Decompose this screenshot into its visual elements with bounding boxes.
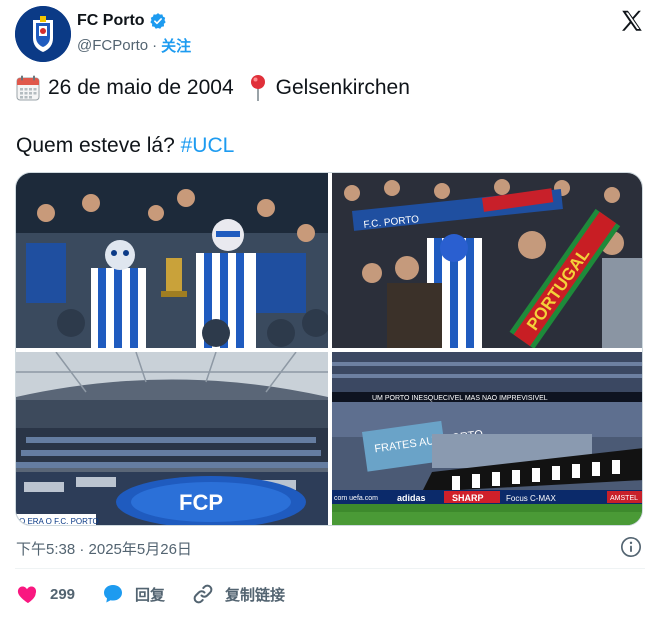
calendar-icon (16, 75, 40, 101)
round-pushpin-icon (250, 75, 265, 101)
reply-button[interactable]: 回复 (101, 582, 165, 606)
copy-link-button[interactable]: 复制链接 (191, 582, 285, 606)
reply-bubble-icon (104, 585, 123, 603)
ad-amstel: AMSTEL (610, 495, 638, 502)
hashtag-link[interactable]: #UCL (181, 134, 235, 157)
photo-stadium-fcp-banner[interactable]: FCP O ERA O F.C. PORTO (16, 352, 328, 526)
verified-badge-icon (149, 13, 166, 29)
info-icon[interactable] (620, 536, 642, 558)
divider (15, 568, 645, 569)
x-logo-icon[interactable] (619, 8, 645, 34)
post-timestamp[interactable]: 下午5:38 · 2025年5月26日 (16, 538, 192, 559)
photo-fans-painted-faces[interactable] (16, 173, 328, 348)
photo-fans-painted-faces-image (16, 173, 328, 348)
photo-fans-scarves-image: F.C. PORTO PORTUGAL (332, 173, 642, 348)
avatar[interactable] (15, 6, 71, 62)
fc-porto-crest-icon (15, 6, 71, 62)
copy-link-label: 复制链接 (225, 586, 286, 604)
post-text-line-2: Quem esteve lá? #UCL (16, 134, 234, 158)
post-header: FC Porto @FCPorto · 关注 (15, 6, 645, 62)
post-text-line-1: 26 de maio de 2004 Gelsenkirchen (16, 74, 410, 102)
ad-sharp: SHARP (452, 493, 484, 503)
ad-uefa: com uefa.com (334, 495, 378, 502)
media-grid: F.C. PORTO PORTUGAL FCP O ERA O F.C. POR… (15, 172, 643, 526)
fcp-banner-text: FCP (179, 490, 223, 515)
display-name[interactable]: FC Porto (77, 12, 145, 30)
action-bar: 299 回复 复制链接 (16, 580, 311, 608)
photo-stadium-fcp-banner-image: FCP O ERA O F.C. PORTO (16, 352, 328, 526)
photo-stadium-tifo[interactable]: UM PORTO INESQUECIVEL MAS NAO IMPREVISIV… (332, 352, 642, 525)
like-button[interactable]: 299 (16, 582, 75, 606)
post-date: 26 de maio de 2004 (48, 76, 234, 99)
like-count: 299 (50, 585, 76, 603)
link-icon (193, 584, 213, 604)
reply-label: 回复 (135, 586, 166, 604)
caption-era-porto: O ERA O F.C. PORTO (19, 517, 99, 526)
ad-adidas: adidas (397, 493, 426, 503)
follow-button[interactable]: 关注 (161, 35, 191, 56)
ad-focus: Focus C-MAX (506, 494, 556, 503)
display-name-row[interactable]: FC Porto (77, 12, 167, 30)
stadium-upper-banner: UM PORTO INESQUECIVEL MAS NAO IMPREVISIV… (372, 395, 548, 402)
post-question: Quem esteve lá? (16, 134, 175, 157)
photo-fans-scarves[interactable]: F.C. PORTO PORTUGAL (332, 173, 642, 348)
heart-icon (17, 586, 37, 603)
post-location: Gelsenkirchen (275, 76, 410, 99)
photo-stadium-tifo-image: UM PORTO INESQUECIVEL MAS NAO IMPREVISIV… (332, 352, 642, 525)
handle[interactable]: @FCPorto (77, 37, 148, 54)
handle-separator: · (152, 37, 158, 54)
